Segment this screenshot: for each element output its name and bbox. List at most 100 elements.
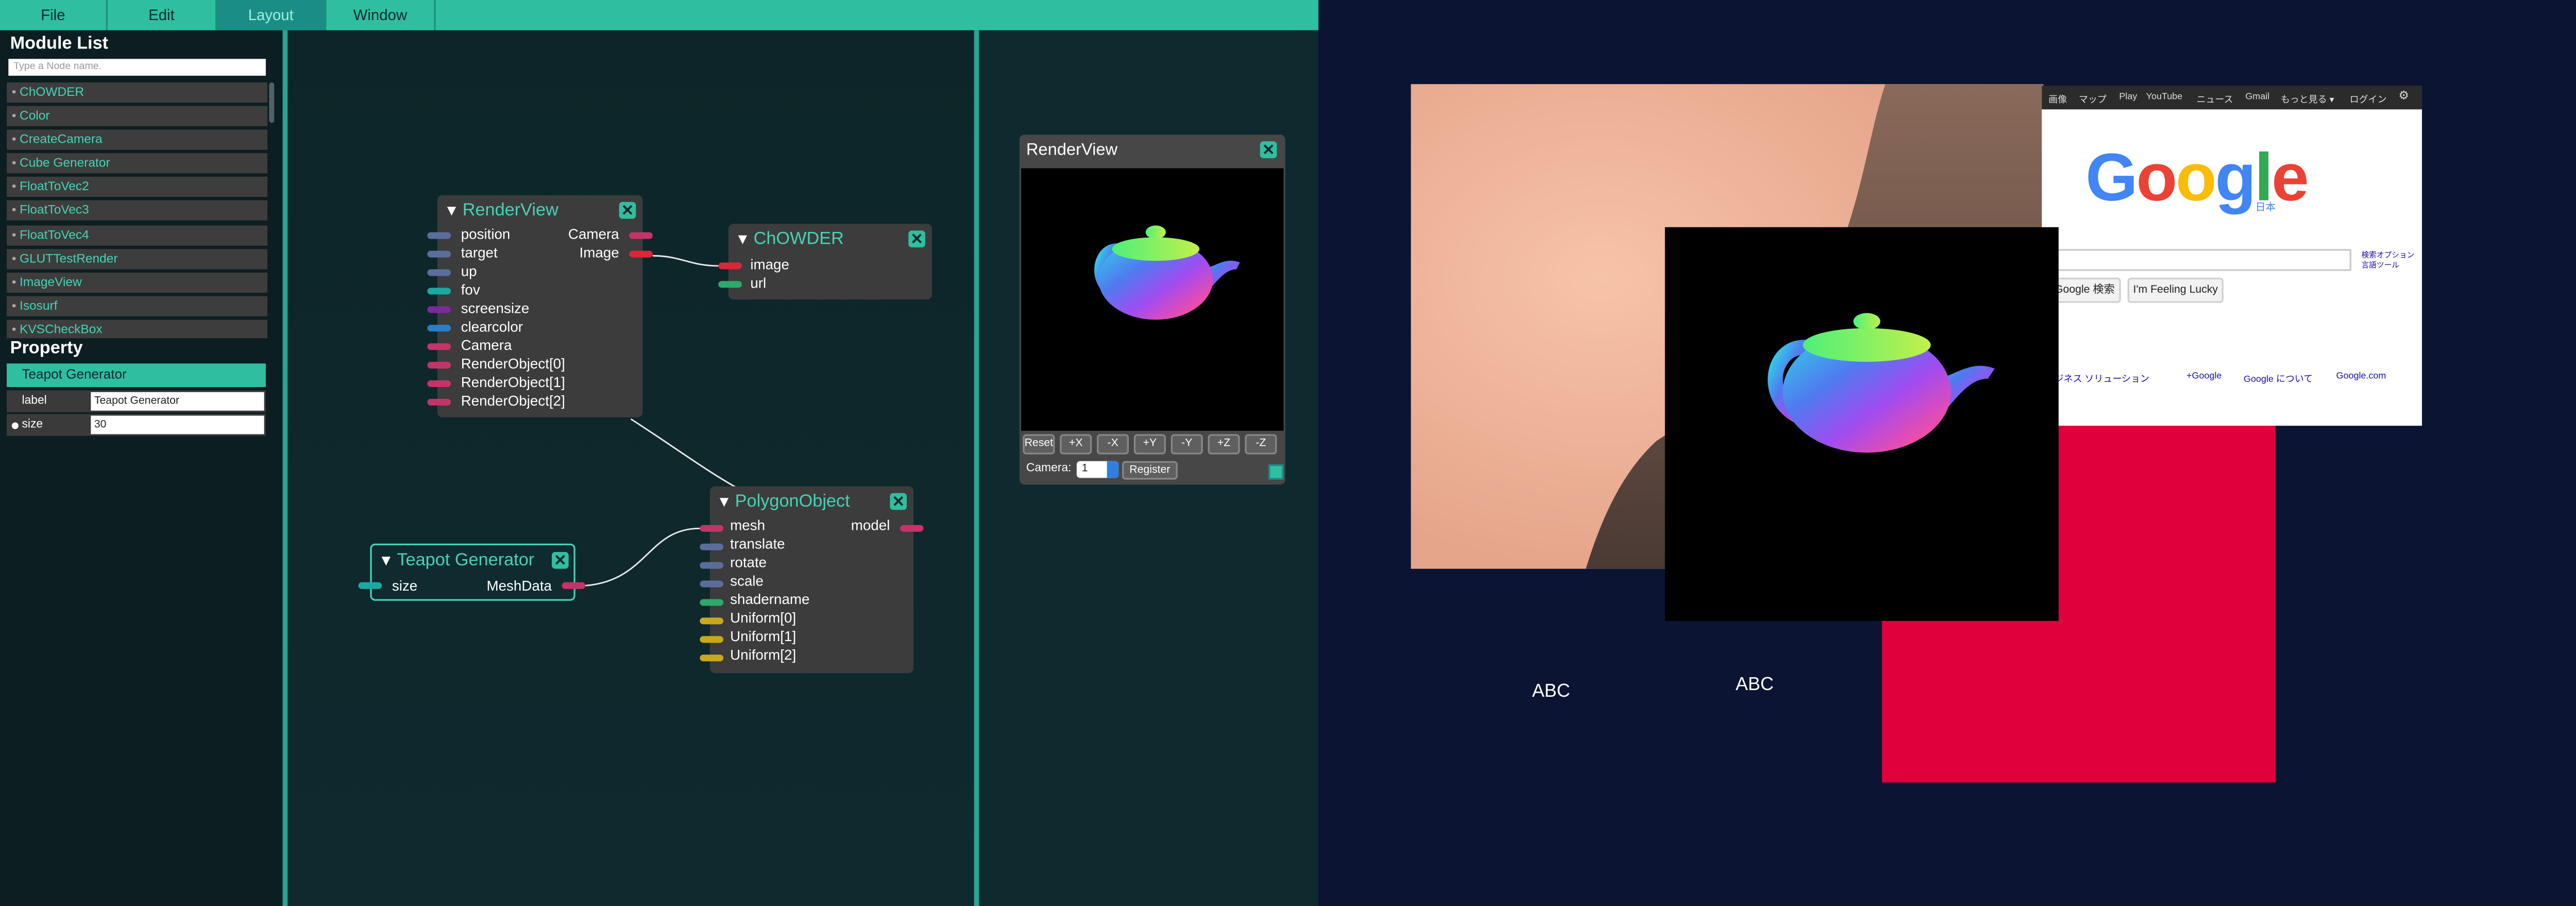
google-webpage[interactable]: 画像 マップ Play YouTube ニュース Gmail もっと見る ▾ ロ…: [2042, 86, 2422, 426]
camera-minus-z-button[interactable]: -Z: [1245, 434, 1277, 455]
module-item-createcamera[interactable]: • CreateCamera: [7, 130, 268, 150]
camera-reset-button[interactable]: Reset: [1023, 434, 1055, 455]
about-google-link[interactable]: Google について: [2244, 372, 2313, 385]
close-icon[interactable]: ✕: [908, 230, 925, 247]
render-viewport[interactable]: [1021, 168, 1284, 431]
property-size-input[interactable]: [91, 415, 264, 434]
module-item-imageview[interactable]: • ImageView: [7, 272, 268, 293]
module-item-floattovec2[interactable]: • FloatToVec2: [7, 177, 268, 198]
pin-rotate[interactable]: [700, 562, 724, 569]
module-list-scrollbar[interactable]: [269, 82, 275, 123]
pin-image[interactable]: [718, 262, 742, 270]
feeling-lucky-button[interactable]: I'm Feeling Lucky: [2127, 277, 2224, 303]
module-item-kvscheckbox[interactable]: • KVSCheckBox: [7, 320, 268, 339]
close-icon[interactable]: ✕: [890, 493, 907, 510]
pin-renderobject-2[interactable]: [427, 398, 451, 406]
node-title: ▼ PolygonObject: [717, 491, 850, 512]
node-renderview[interactable]: ▼ RenderView ✕ position target up fov scr…: [437, 195, 643, 417]
node-teapot-generator[interactable]: ▼ Teapot Generator ✕ size MeshData: [370, 543, 575, 601]
language-tools-link[interactable]: 言語ツール: [2361, 261, 2414, 271]
menu-layout[interactable]: Layout: [217, 0, 327, 30]
module-item-cube-generator[interactable]: • Cube Generator: [7, 154, 268, 174]
topbar-link-login[interactable]: ログイン: [2350, 92, 2387, 105]
color-swatch[interactable]: [1268, 464, 1284, 480]
camera-select[interactable]: 1: [1076, 461, 1119, 478]
pin-uniform-0[interactable]: [700, 617, 724, 625]
pin-screensize[interactable]: [427, 306, 451, 313]
topbar-link-play[interactable]: Play: [2119, 92, 2137, 102]
pin-mesh[interactable]: [700, 525, 724, 532]
module-item-gluttestrender[interactable]: • GLUTTestRender: [7, 248, 268, 269]
camera-plus-x-button[interactable]: +X: [1060, 434, 1092, 455]
pin-renderobject-0[interactable]: [427, 362, 451, 369]
plus-google-link[interactable]: +Google: [2187, 372, 2222, 382]
port-fov: fov: [461, 281, 480, 298]
menu-edit[interactable]: Edit: [108, 0, 217, 30]
pin-clearcolor[interactable]: [427, 325, 451, 332]
google-com-link[interactable]: Google.com: [2336, 372, 2386, 382]
close-icon[interactable]: ✕: [552, 552, 569, 569]
topbar-link-youtube[interactable]: YouTube: [2146, 92, 2183, 102]
pin-renderobject-1[interactable]: [427, 380, 451, 388]
search-options: 検索オプション 言語ツール: [2361, 251, 2414, 271]
node-canvas[interactable]: [287, 30, 976, 906]
camera-label: Camera:: [1026, 462, 1072, 475]
pin-uniform-1[interactable]: [700, 636, 724, 643]
module-item-floattovec4[interactable]: • FloatToVec4: [7, 225, 268, 245]
pin-scale[interactable]: [700, 580, 724, 588]
topbar-link-gmail[interactable]: Gmail: [2245, 92, 2269, 102]
port-renderobject-0: RenderObject[0]: [461, 355, 565, 372]
menu-file[interactable]: File: [0, 0, 108, 30]
module-item-floattovec3[interactable]: • FloatToVec3: [7, 201, 268, 222]
sidebar-splitter[interactable]: [282, 30, 288, 906]
pin-camera-in[interactable]: [427, 343, 451, 350]
google-search-input[interactable]: [2042, 249, 2351, 271]
pin-target[interactable]: [427, 250, 451, 258]
close-icon[interactable]: ✕: [619, 202, 636, 219]
pin-url[interactable]: [718, 281, 742, 288]
camera-plus-z-button[interactable]: +Z: [1208, 434, 1240, 455]
pin-translate[interactable]: [700, 543, 724, 550]
pin-fov[interactable]: [427, 288, 451, 295]
pin-up[interactable]: [427, 269, 451, 276]
property-label-input[interactable]: [91, 392, 264, 411]
node-chowder[interactable]: ▼ ChOWDER ✕ image url: [728, 224, 932, 300]
camera-minus-x-button[interactable]: -X: [1096, 434, 1129, 455]
node-polygonobject[interactable]: ▼ PolygonObject ✕ mesh translate rotate s…: [709, 486, 914, 674]
port-shadername: shadername: [730, 591, 810, 608]
camera-select-value: 1: [1081, 462, 1088, 475]
pin-shadername[interactable]: [700, 599, 724, 606]
module-item-color[interactable]: • Color: [7, 106, 268, 127]
module-item-chowder[interactable]: • ChOWDER: [7, 82, 268, 103]
pin-camera-out[interactable]: [629, 232, 653, 239]
pin-meshdata[interactable]: [562, 582, 586, 589]
pin-image-out[interactable]: [629, 250, 653, 258]
port-rotate: rotate: [730, 553, 767, 571]
renderview-panel[interactable]: RenderView ✕ Reset +X -X +Y -Y +Z -Z Cam…: [1019, 135, 1285, 485]
pin-model[interactable]: [900, 525, 924, 532]
render-output-window[interactable]: [1665, 227, 2059, 621]
pin-size[interactable]: [358, 582, 382, 589]
topbar-link-maps[interactable]: マップ: [2079, 92, 2107, 105]
camera-minus-y-button[interactable]: -Y: [1171, 434, 1203, 455]
module-item-isosurf[interactable]: • Isosurf: [7, 296, 268, 316]
pin-uniform-2[interactable]: [700, 655, 724, 662]
gear-icon[interactable]: ⚙: [2398, 89, 2409, 103]
camera-plus-y-button[interactable]: +Y: [1133, 434, 1166, 455]
abc-label-2: ABC: [1735, 675, 1774, 695]
google-search-button[interactable]: Google 検索: [2048, 277, 2121, 303]
topbar-link-news[interactable]: ニュース: [2196, 92, 2233, 105]
menu-window[interactable]: Window: [326, 0, 436, 30]
close-icon[interactable]: ✕: [1260, 141, 1277, 158]
topbar-link-more[interactable]: もっと見る ▾: [2281, 92, 2334, 105]
topbar-link-images[interactable]: 画像: [2048, 92, 2067, 105]
advanced-search-link[interactable]: 検索オプション: [2361, 251, 2414, 261]
preview-splitter[interactable]: [974, 30, 979, 906]
module-item-label: Cube Generator: [20, 155, 110, 171]
register-button[interactable]: Register: [1122, 461, 1178, 480]
node-search-input[interactable]: [8, 59, 266, 76]
connect-bullet-icon[interactable]: [11, 421, 19, 429]
port-url: url: [750, 274, 767, 291]
pin-position[interactable]: [427, 232, 451, 239]
business-solutions-link[interactable]: ビジネス ソリューション: [2045, 372, 2149, 385]
